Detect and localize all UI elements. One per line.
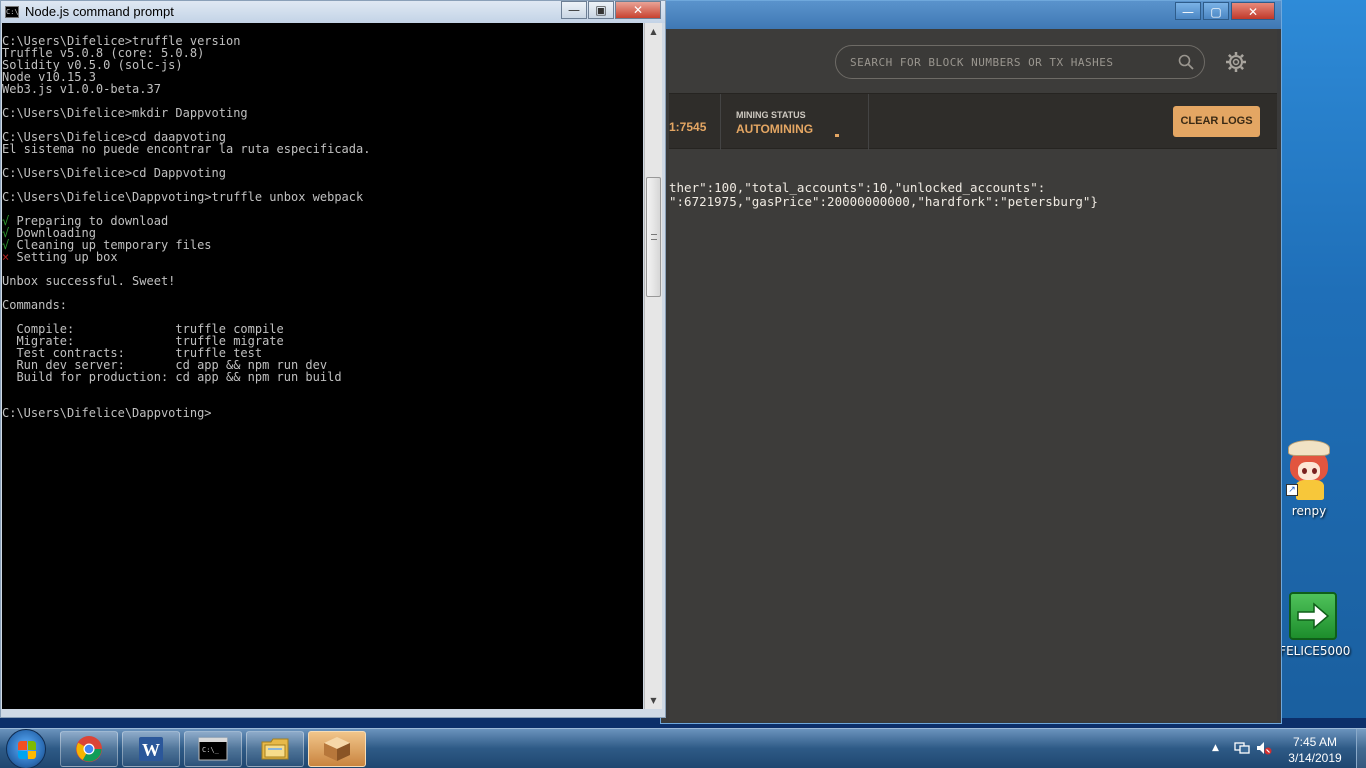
terminal-line: Build for production: cd app && npm run …: [2, 370, 342, 384]
desktop-icon-label: IFELICE5000: [1275, 644, 1351, 658]
chrome-icon: [76, 736, 102, 762]
taskbar-chrome-button[interactable]: [60, 731, 118, 767]
log-line: ther":100,"total_accounts":10,"unlocked_…: [669, 180, 1046, 195]
word-icon: W: [139, 737, 163, 761]
scrollbar[interactable]: ▲ ▼: [644, 23, 662, 709]
close-button[interactable]: ✕: [615, 1, 661, 19]
taskbar-word-button[interactable]: W: [122, 731, 180, 767]
ganache-header: SEARCH FOR BLOCK NUMBERS OR TX HASHES: [669, 29, 1277, 93]
terminal-line: C:\Users\Difelice\Dappvoting>: [2, 406, 212, 420]
terminal-status-line: × Setting up box: [2, 251, 643, 263]
ganache-window: — ▢ ✕ SEARCH FOR BLOCK NUMBERS OR TX HAS…: [660, 0, 1282, 724]
show-desktop-button[interactable]: [1356, 729, 1366, 768]
green-arrow-icon: [1289, 592, 1337, 640]
taskbar-explorer-button[interactable]: [246, 731, 304, 767]
desktop-icon-felice[interactable]: IFELICE5000: [1273, 592, 1353, 658]
ganache-content: SEARCH FOR BLOCK NUMBERS OR TX HASHES 1:…: [669, 29, 1277, 721]
cmd-window: C:\ Node.js command prompt — ▣ ✕ C:\User…: [0, 0, 666, 718]
terminal-line: Unbox successful. Sweet!: [2, 274, 176, 288]
start-button[interactable]: [6, 729, 46, 768]
svg-text:C:\_: C:\_: [202, 746, 220, 754]
status-divider: [720, 94, 721, 150]
desktop-icon-label: renpy: [1291, 504, 1327, 518]
cmd-icon: C:\_: [198, 737, 228, 761]
clear-logs-button[interactable]: CLEAR LOGS: [1173, 106, 1260, 137]
terminal-line: Commands:: [2, 298, 68, 312]
ganache-icon: [324, 737, 350, 761]
ganache-titlebar[interactable]: — ▢ ✕: [661, 1, 1281, 29]
search-icon[interactable]: [1178, 54, 1194, 70]
minimize-button[interactable]: —: [561, 1, 587, 19]
status-text: Setting up box: [9, 250, 118, 264]
status-divider: [868, 94, 869, 150]
terminal-line: C:\Users\Difelice\Dappvoting>truffle unb…: [2, 190, 364, 204]
clock[interactable]: 7:45 AM 3/14/2019: [1272, 734, 1358, 766]
shortcut-arrow-icon: ↗: [1286, 484, 1298, 496]
mining-status-value: AUTOMINING: [736, 122, 814, 136]
terminal-line: C:\Users\Difelice>mkdir Dappvoting: [2, 106, 248, 120]
log-line: ":6721975,"gasPrice":20000000000,"hardfo…: [669, 194, 1098, 209]
minimize-button[interactable]: —: [1175, 2, 1201, 20]
network-icon[interactable]: [1234, 741, 1250, 755]
terminal-line: Web3.js v1.0.0-beta.37: [2, 82, 161, 96]
cmd-window-icon: C:\: [5, 6, 19, 18]
taskbar-cmd-button[interactable]: C:\_: [184, 731, 242, 767]
search-placeholder: SEARCH FOR BLOCK NUMBERS OR TX HASHES: [850, 56, 1114, 69]
terminal-line: El sistema no puede encontrar la ruta es…: [2, 142, 371, 156]
clock-date: 3/14/2019: [1288, 751, 1342, 765]
terminal-output[interactable]: C:\Users\Difelice>truffle version Truffle…: [2, 23, 643, 709]
renpy-icon: ↗: [1286, 440, 1332, 500]
volume-muted-icon[interactable]: [1256, 741, 1272, 755]
terminal-line: Solidity v0.5.0 (solc-js): [2, 58, 183, 72]
cmd-titlebar[interactable]: C:\ Node.js command prompt — ▣ ✕: [1, 1, 665, 23]
search-input[interactable]: SEARCH FOR BLOCK NUMBERS OR TX HASHES: [835, 45, 1205, 79]
tray-expand-icon[interactable]: ▲: [1212, 743, 1219, 753]
scroll-down-arrow-icon[interactable]: ▼: [645, 692, 662, 709]
window-title: Node.js command prompt: [25, 4, 174, 19]
svg-text:W: W: [142, 740, 160, 760]
scroll-thumb[interactable]: [646, 177, 661, 297]
close-button[interactable]: ✕: [1231, 2, 1275, 20]
terminal-line: C:\Users\Difelice>cd Dappvoting: [2, 166, 226, 180]
taskbar: W C:\_ ▲ 7:45 AM 3/14/2019: [0, 728, 1366, 768]
windows-logo-icon: [18, 741, 36, 759]
clock-time: 7:45 AM: [1292, 735, 1338, 749]
logs-panel: ther":100,"total_accounts":10,"unlocked_…: [669, 150, 1277, 721]
explorer-icon: [261, 738, 289, 760]
rpc-server-value: 1:7545: [669, 120, 707, 134]
maximize-button[interactable]: ▣: [588, 1, 614, 19]
maximize-button[interactable]: ▢: [1203, 2, 1229, 20]
mining-spinner: [835, 134, 839, 137]
scroll-up-arrow-icon[interactable]: ▲: [645, 23, 662, 40]
mining-status-label: MINING STATUS: [736, 110, 806, 120]
status-bar: 1:7545 MINING STATUS AUTOMINING CLEAR LO…: [669, 93, 1277, 150]
terminal-status-line: √ Preparing to download: [2, 215, 643, 227]
taskbar-ganache-button[interactable]: [308, 731, 366, 767]
gear-icon[interactable]: [1225, 51, 1247, 73]
